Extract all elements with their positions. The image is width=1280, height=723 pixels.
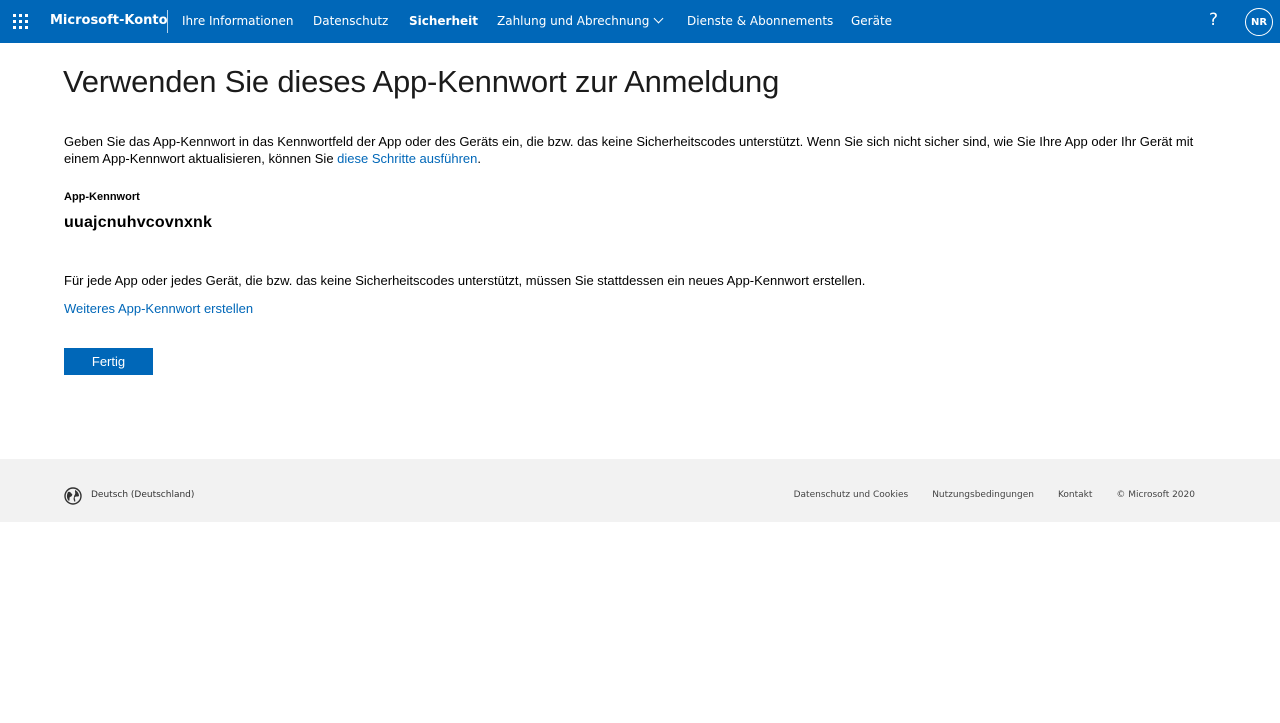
nav-dienste-abonnements[interactable]: Dienste & Abonnements: [687, 14, 833, 28]
footer-link-nutzungsbedingungen[interactable]: Nutzungsbedingungen: [932, 490, 1034, 500]
done-button[interactable]: Fertig: [64, 348, 153, 375]
copyright: © Microsoft 2020: [1116, 490, 1195, 500]
nav-sicherheit[interactable]: Sicherheit: [409, 14, 478, 28]
intro-body: Geben Sie das App-Kennwort in das Kennwo…: [64, 134, 1194, 166]
steps-link[interactable]: diese Schritte ausführen: [337, 151, 477, 166]
app-launcher-icon[interactable]: [13, 14, 28, 29]
help-icon[interactable]: ?: [1209, 10, 1218, 30]
intro-text: Geben Sie das App-Kennwort in das Kennwo…: [64, 133, 1224, 167]
nav-geraete[interactable]: Geräte: [851, 14, 892, 28]
footer-link-kontakt[interactable]: Kontakt: [1058, 490, 1092, 500]
brand-divider: [167, 10, 168, 33]
avatar[interactable]: NR: [1245, 8, 1273, 36]
intro-period: .: [477, 151, 481, 166]
brand-link[interactable]: Microsoft-Konto: [50, 13, 168, 28]
locale-selector[interactable]: Deutsch (Deutschland): [91, 490, 194, 500]
footer-link-datenschutz[interactable]: Datenschutz und Cookies: [794, 490, 909, 500]
footer: Deutsch (Deutschland) Datenschutz und Co…: [0, 459, 1280, 522]
app-password-label: App-Kennwort: [64, 191, 140, 203]
nav-zahlung-label: Zahlung und Abrechnung: [497, 14, 650, 28]
nav-ihre-informationen[interactable]: Ihre Informationen: [182, 14, 293, 28]
app-password-value: uuajcnuhvcovnxnk: [64, 214, 213, 231]
nav-datenschutz[interactable]: Datenschutz: [313, 14, 388, 28]
create-another-password-link[interactable]: Weiteres App-Kennwort erstellen: [64, 301, 253, 316]
chevron-down-icon: [653, 13, 664, 24]
top-navigation-bar: Microsoft-Konto Ihre Informationen Daten…: [0, 0, 1280, 43]
nav-zahlung-und-abrechnung[interactable]: Zahlung und Abrechnung: [497, 13, 664, 28]
globe-icon[interactable]: [64, 487, 82, 505]
footer-links: Datenschutz und Cookies Nutzungsbedingun…: [794, 490, 1195, 500]
new-password-note: Für jede App oder jedes Gerät, die bzw. …: [64, 273, 866, 288]
page-title: Verwenden Sie dieses App-Kennwort zur An…: [63, 64, 780, 99]
